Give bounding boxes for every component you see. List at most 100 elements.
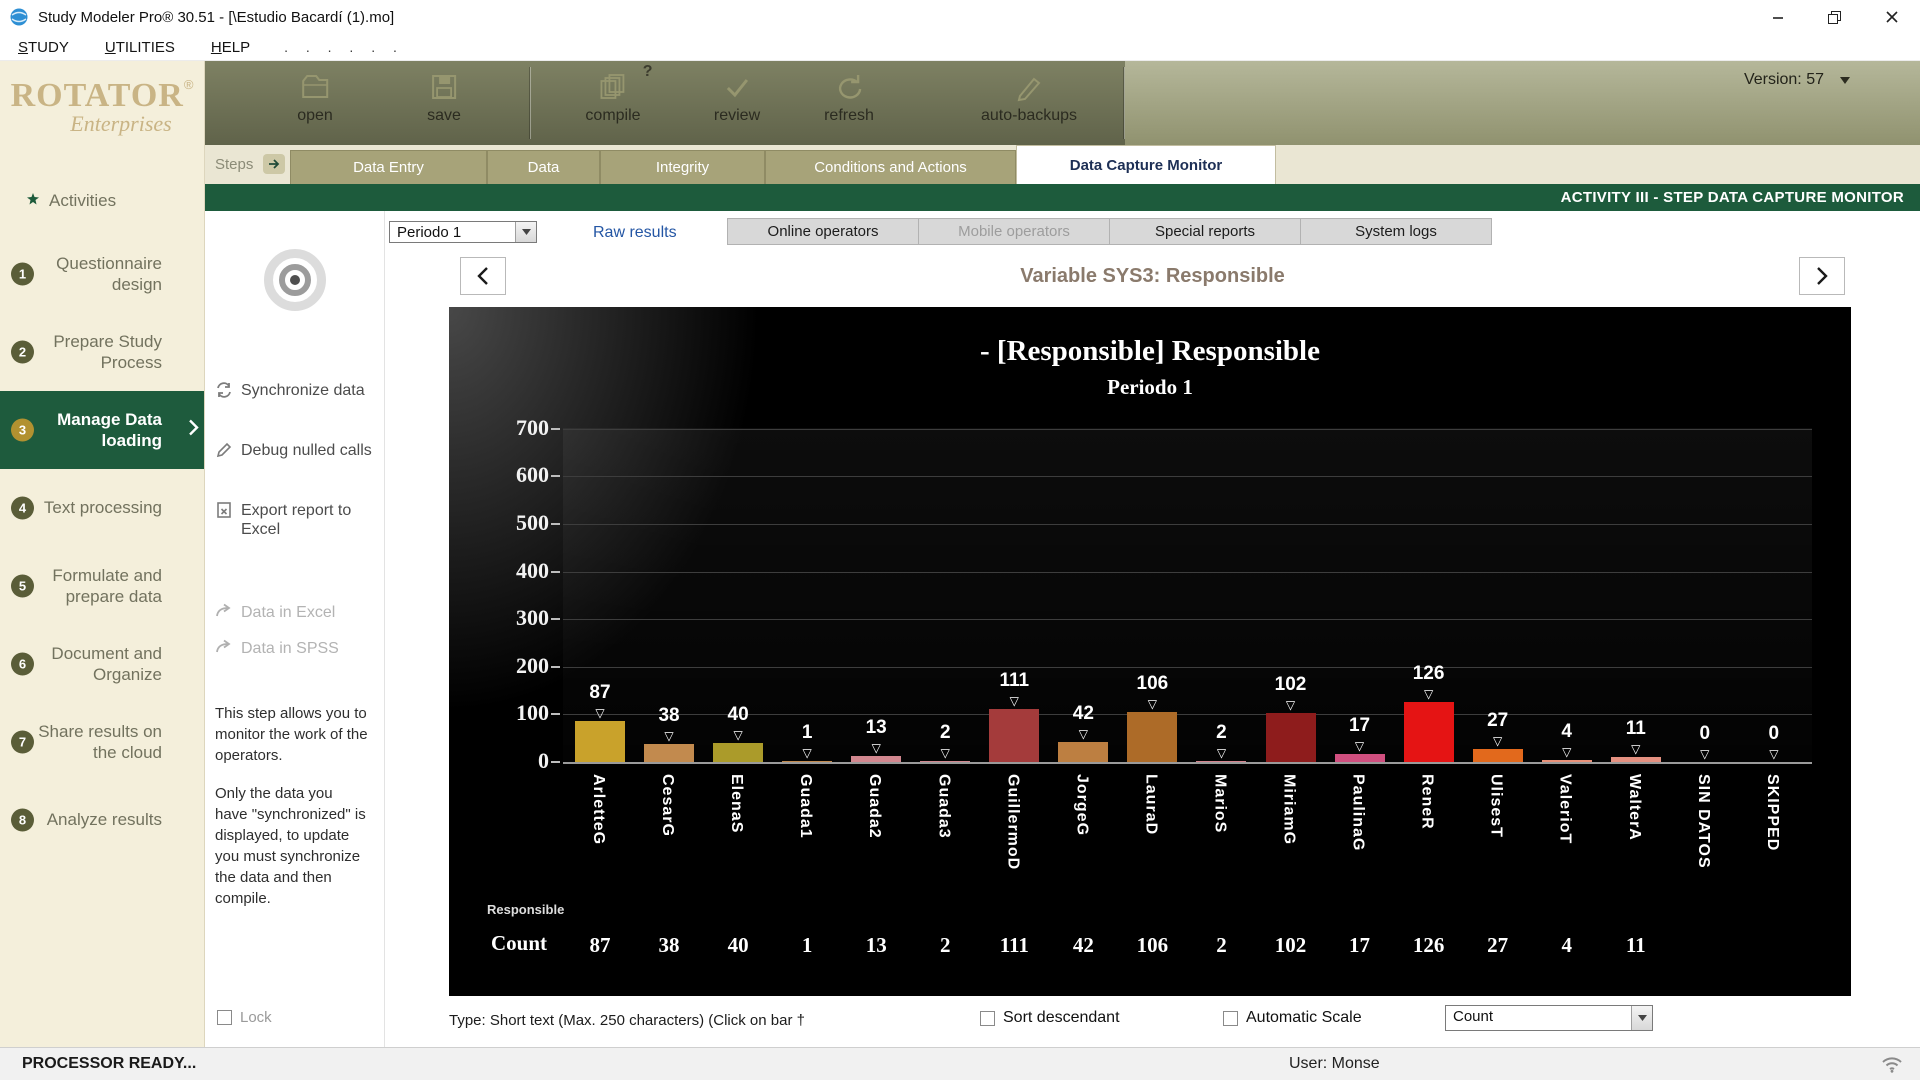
bar-value-label: 40 (708, 704, 768, 726)
measure-value: Count (1446, 1006, 1631, 1030)
bar-marker-icon: ▽ (728, 729, 748, 741)
sort-descendant-label: Sort descendant (1003, 1009, 1120, 1027)
y-axis-label: 0 (467, 748, 549, 774)
sidebar-step-manage-data-loading[interactable]: 3 Manage Data loading (0, 391, 204, 469)
sidebar-step-text-processing[interactable]: 4 Text processing (0, 469, 204, 547)
chevron-down-icon (1840, 71, 1850, 89)
bar-marker-icon: ▽ (1281, 699, 1301, 711)
open-button[interactable]: open (297, 69, 333, 125)
mobile-operators-button[interactable]: Mobile operators (918, 218, 1110, 245)
lock-checkbox[interactable] (217, 1010, 232, 1025)
sidebar-step-prepare-study[interactable]: 2 Prepare Study Process (0, 313, 204, 391)
y-tick-mark (551, 761, 560, 763)
bar[interactable] (1266, 713, 1316, 762)
version-selector[interactable]: Version: 57 (1744, 71, 1850, 89)
tab-conditions-actions[interactable]: Conditions and Actions (765, 150, 1016, 184)
sidebar-step-formulate-data[interactable]: 5 Formulate and prepare data (0, 547, 204, 625)
count-value: 106 (1118, 933, 1186, 958)
sort-descendant-checkbox[interactable] (980, 1011, 995, 1026)
bar[interactable] (575, 721, 625, 762)
bar-marker-icon: ▽ (590, 707, 610, 719)
bar[interactable] (989, 709, 1039, 762)
previous-variable-button[interactable] (460, 257, 506, 295)
debug-nulled-calls-link[interactable]: Debug nulled calls (215, 441, 379, 464)
category-label: WalterA (1625, 774, 1643, 841)
minimize-button[interactable] (1749, 0, 1806, 34)
bar[interactable] (782, 761, 832, 763)
tab-data-capture-monitor[interactable]: Data Capture Monitor (1016, 145, 1276, 184)
bar[interactable] (1473, 749, 1523, 762)
save-button[interactable]: save (427, 69, 461, 125)
online-operators-button[interactable]: Online operators (727, 218, 919, 245)
synchronize-data-link[interactable]: Synchronize data (215, 381, 379, 404)
maximize-button[interactable] (1806, 0, 1863, 34)
bar[interactable] (1611, 757, 1661, 762)
data-in-excel-link[interactable]: Data in Excel (215, 603, 379, 623)
bar[interactable] (1127, 712, 1177, 762)
automatic-scale-checkbox[interactable] (1223, 1011, 1238, 1026)
category-label: MarioS (1210, 774, 1228, 833)
chevron-left-icon (476, 266, 490, 286)
bar[interactable] (1542, 760, 1592, 762)
bar-marker-icon: ▽ (1626, 743, 1646, 755)
bar-value-label: 2 (915, 722, 975, 744)
menu-utilities[interactable]: UTILITIES (105, 39, 175, 56)
system-logs-button[interactable]: System logs (1300, 218, 1492, 245)
export-report-excel-link[interactable]: Export report to Excel (215, 501, 379, 539)
bar-value-label: 126 (1399, 663, 1459, 685)
category-label: ReneR (1418, 774, 1436, 830)
data-in-spss-link[interactable]: Data in SPSS (215, 639, 379, 659)
bar-marker-icon: ▽ (1557, 746, 1577, 758)
bar[interactable] (713, 743, 763, 762)
operator-buttons: Online operators Mobile operators Specia… (728, 218, 1492, 245)
bar[interactable] (920, 761, 970, 763)
window-controls (1749, 0, 1920, 34)
menu-study[interactable]: STUDY (18, 39, 69, 56)
sidebar-step-questionnaire-design[interactable]: 1 Questionnaire design (0, 235, 204, 313)
bar[interactable] (1335, 754, 1385, 762)
raw-results-link[interactable]: Raw results (593, 224, 677, 242)
tab-data-entry[interactable]: Data Entry (290, 150, 487, 184)
toolbar-separator (1124, 67, 1125, 139)
steps-label: Steps (215, 156, 253, 173)
wifi-icon (1880, 1054, 1904, 1079)
logo-subtitle: Enterprises (0, 111, 204, 137)
bar[interactable] (1404, 702, 1454, 762)
review-button[interactable]: review (714, 69, 760, 125)
steps-indicator: Steps (215, 154, 285, 174)
curved-arrow-icon (215, 639, 233, 659)
bar[interactable] (1058, 742, 1108, 762)
step-number-badge: 5 (11, 575, 34, 598)
menu-help[interactable]: HELP (211, 39, 250, 56)
bar[interactable] (851, 756, 901, 762)
next-variable-button[interactable] (1799, 257, 1845, 295)
special-reports-button[interactable]: Special reports (1109, 218, 1301, 245)
refresh-button[interactable]: refresh (824, 69, 874, 125)
auto-backups-button[interactable]: auto-backups (981, 69, 1077, 125)
bar[interactable] (1196, 761, 1246, 763)
tab-integrity[interactable]: Integrity (600, 150, 765, 184)
step-number-badge: 6 (11, 653, 34, 676)
bar[interactable] (644, 744, 694, 762)
category-label: Guada3 (934, 774, 952, 839)
sidebar-step-analyze-results[interactable]: 8 Analyze results (0, 781, 204, 859)
sidebar-step-share-results[interactable]: 7 Share results on the cloud (0, 703, 204, 781)
gridline (563, 667, 1812, 668)
compile-button[interactable]: ? compile (585, 69, 640, 125)
y-tick-mark (551, 713, 560, 715)
bar-value-label: 0 (1744, 723, 1804, 745)
variable-type-text: Type: Short text (Max. 250 characters) (… (449, 1012, 805, 1029)
step-number-badge: 8 (11, 809, 34, 832)
dropdown-arrow-icon[interactable] (515, 222, 536, 242)
count-value: 87 (566, 933, 634, 958)
measure-dropdown[interactable]: Count (1445, 1005, 1653, 1031)
activities-item[interactable]: Activities (26, 191, 116, 211)
dropdown-arrow-icon[interactable] (1631, 1006, 1652, 1030)
y-axis-label: 700 (467, 415, 549, 441)
y-axis-label: 300 (467, 605, 549, 631)
close-button[interactable] (1863, 0, 1920, 34)
period-dropdown[interactable]: Periodo 1 (389, 221, 537, 243)
category-label: ElenaS (727, 774, 745, 833)
tab-data[interactable]: Data (487, 150, 600, 184)
sidebar-step-document-organize[interactable]: 6 Document and Organize (0, 625, 204, 703)
